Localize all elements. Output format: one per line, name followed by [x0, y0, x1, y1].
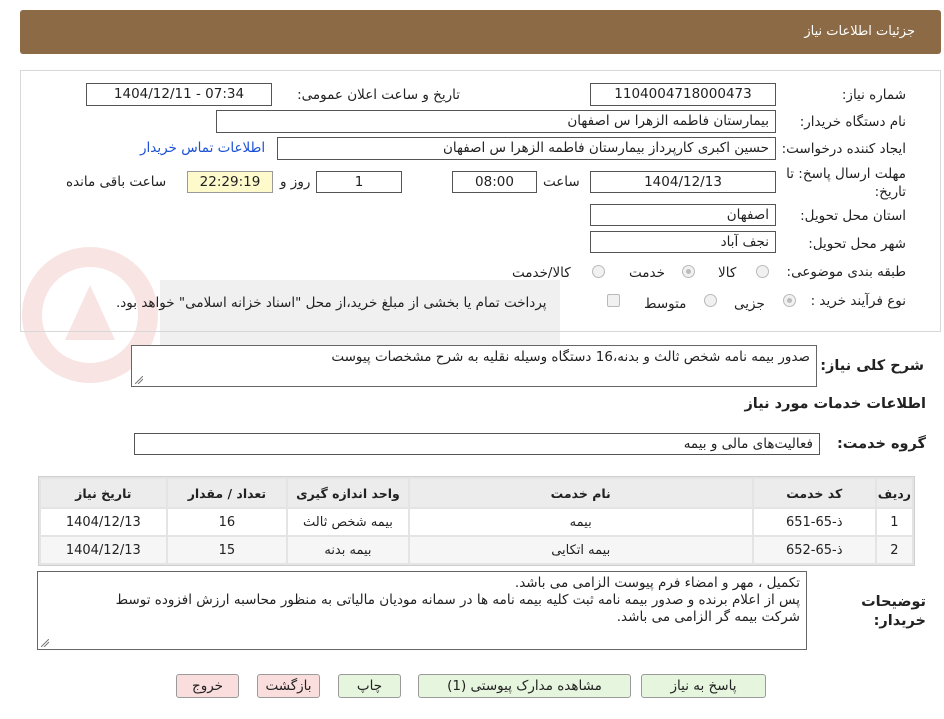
- deadline-days-label: روز و: [280, 174, 311, 190]
- cell-row-number: 2: [876, 537, 912, 563]
- need-number-label: شماره نیاز:: [841, 87, 906, 103]
- requester-field: حسین اکبری کارپرداز بیمارستان فاطمه الزه…: [277, 137, 776, 160]
- announce-datetime-label: تاریخ و ساعت اعلان عمومی:: [297, 87, 460, 103]
- purchase-medium-radio[interactable]: [704, 294, 717, 307]
- table-header-row: ردیف کد خدمت نام خدمت واحد اندازه گیری ت…: [41, 479, 912, 507]
- respond-button[interactable]: پاسخ به نیاز: [641, 674, 766, 698]
- buyer-org-label: نام دستگاه خریدار:: [799, 114, 906, 130]
- cell-unit: بیمه بدنه: [288, 537, 408, 563]
- buyer-notes-line-1: تکمیل ، مهر و امضاء فرم پیوست الزامی می …: [514, 575, 800, 591]
- remaining-time-label: ساعت باقی مانده: [66, 174, 167, 190]
- cell-service-code: ذ-65-651: [753, 509, 875, 535]
- buyer-notes-textarea[interactable]: تکمیل ، مهر و امضاء فرم پیوست الزامی می …: [37, 571, 807, 650]
- deadline-days-field: 1: [316, 171, 402, 193]
- cell-need-date: 1404/12/13: [41, 509, 166, 535]
- exit-button[interactable]: خروج: [176, 674, 239, 698]
- cell-row-number: 1: [876, 509, 912, 535]
- purchase-minor-label: جزیی: [734, 296, 765, 312]
- print-button[interactable]: چاپ: [338, 674, 401, 698]
- subject-goods-service-label: کالا/خدمت: [512, 265, 571, 281]
- delivery-city-field: نجف آباد: [590, 231, 776, 253]
- general-description-text: صدور بیمه نامه شخص ثالث و بدنه،16 دستگاه…: [331, 349, 810, 365]
- buyer-notes-line-2: پس از اعلام برنده و صدور بیمه نامه ثبت ک…: [115, 592, 801, 608]
- page-header: جزئیات اطلاعات نیاز: [20, 10, 941, 54]
- cell-unit: بیمه شخص ثالث: [288, 509, 408, 535]
- col-header-quantity: تعداد / مقدار: [167, 479, 287, 507]
- col-header-service-code: کد خدمت: [753, 479, 875, 507]
- services-section-title: اطلاعات خدمات مورد نیاز: [744, 396, 926, 412]
- view-attachments-button[interactable]: مشاهده مدارک پیوستی (1): [418, 674, 631, 698]
- table-row: 2 ذ-65-652 بیمه اتکایی بیمه بدنه 15 1404…: [41, 537, 912, 563]
- deadline-label: مهلت ارسال پاسخ: تا: [786, 166, 906, 182]
- cell-need-date: 1404/12/13: [41, 537, 166, 563]
- general-description-textarea[interactable]: صدور بیمه نامه شخص ثالث و بدنه،16 دستگاه…: [131, 345, 817, 387]
- need-number-field: 1104004718000473: [590, 83, 776, 106]
- deadline-time-field: 08:00: [452, 171, 537, 193]
- subject-goods-service-radio[interactable]: [592, 265, 605, 278]
- general-description-label: شرح کلی نیاز:: [820, 358, 924, 374]
- col-header-row-number: ردیف: [876, 479, 912, 507]
- purchase-medium-label: متوسط: [644, 296, 687, 312]
- cell-service-name: بیمه اتکایی: [409, 537, 752, 563]
- buyer-notes-label: توضیحات: [861, 594, 926, 610]
- deadline-time-label: ساعت: [543, 174, 580, 190]
- delivery-city-label: شهر محل تحویل:: [808, 236, 906, 252]
- resize-grip-icon[interactable]: [135, 376, 143, 384]
- announce-datetime-field: 1404/12/11 - 07:34: [86, 83, 272, 106]
- treasury-bonds-note: پرداخت تمام یا بخشی از مبلغ خرید،از محل …: [116, 295, 547, 311]
- subject-goods-radio[interactable]: [756, 265, 769, 278]
- remaining-time-field: 22:29:19: [187, 171, 273, 193]
- delivery-province-label: استان محل تحویل:: [800, 208, 906, 224]
- cell-service-code: ذ-65-652: [753, 537, 875, 563]
- table-row: 1 ذ-65-651 بیمه بیمه شخص ثالث 16 1404/12…: [41, 509, 912, 535]
- deadline-label-date: تاریخ:: [874, 184, 906, 200]
- subject-class-label: طبقه بندی موضوعی:: [786, 264, 906, 280]
- buyer-contact-link[interactable]: اطلاعات تماس خریدار: [140, 140, 265, 156]
- service-group-label: گروه خدمت:: [836, 436, 926, 452]
- back-button[interactable]: بازگشت: [257, 674, 320, 698]
- deadline-date-field: 1404/12/13: [590, 171, 776, 193]
- services-table: ردیف کد خدمت نام خدمت واحد اندازه گیری ت…: [38, 476, 915, 566]
- cell-quantity: 15: [167, 537, 287, 563]
- col-header-unit: واحد اندازه گیری: [288, 479, 408, 507]
- resize-grip-icon[interactable]: [41, 639, 49, 647]
- col-header-need-date: تاریخ نیاز: [41, 479, 166, 507]
- service-group-field: فعالیت‌های مالی و بیمه: [134, 433, 820, 455]
- requester-label: ایجاد کننده درخواست:: [781, 141, 906, 157]
- subject-service-radio[interactable]: [682, 265, 695, 278]
- cell-service-name: بیمه: [409, 509, 752, 535]
- col-header-service-name: نام خدمت: [409, 479, 752, 507]
- buyer-notes-line-3: شرکت بیمه گر الزامی می باشد.: [616, 609, 800, 625]
- delivery-province-field: اصفهان: [590, 204, 776, 226]
- purchase-type-label: نوع فرآیند خرید :: [810, 293, 906, 309]
- treasury-bonds-checkbox[interactable]: [607, 294, 620, 307]
- buyer-notes-label-2: خریدار:: [873, 613, 926, 629]
- purchase-minor-radio[interactable]: [783, 294, 796, 307]
- buyer-org-field: بیمارستان فاطمه الزهرا س اصفهان: [216, 110, 776, 133]
- subject-goods-label: کالا: [718, 265, 737, 281]
- cell-quantity: 16: [167, 509, 287, 535]
- page-title: جزئیات اطلاعات نیاز: [804, 24, 915, 39]
- subject-service-label: خدمت: [629, 265, 665, 281]
